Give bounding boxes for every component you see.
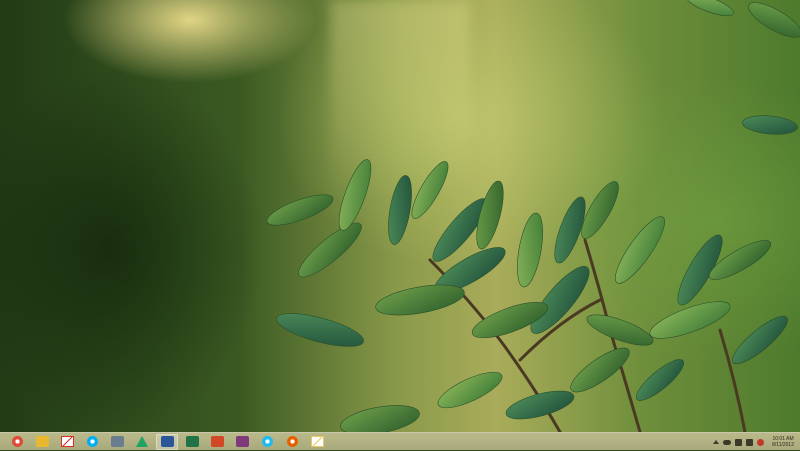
- leaf: [411, 161, 449, 219]
- show-hidden-icons-chevron[interactable]: [713, 440, 720, 444]
- leaf: [505, 390, 575, 420]
- taskbar-button-powerpoint[interactable]: [206, 434, 228, 450]
- onenote-icon: [235, 436, 249, 447]
- taskbar-button-onenote[interactable]: [231, 434, 253, 450]
- mail-icon: [310, 436, 324, 447]
- clock[interactable]: 10:01 AM 8/11/2012: [772, 436, 794, 448]
- taskbar-button-google-drive[interactable]: [131, 434, 153, 450]
- taskbar-button-excel[interactable]: [181, 434, 203, 450]
- keyboard-icon: [110, 436, 124, 447]
- taskbar-button-internet-explorer[interactable]: [256, 434, 278, 450]
- excel-icon: [185, 436, 199, 447]
- firefox-icon: [286, 436, 298, 447]
- leaf: [298, 222, 362, 278]
- leaf: [375, 284, 465, 316]
- taskbar-button-file-explorer[interactable]: [31, 434, 53, 450]
- desktop-wallpaper: [0, 0, 800, 432]
- leaf: [742, 115, 798, 135]
- clock-date: 8/11/2012: [772, 442, 794, 448]
- taskbar: 10:01 AM 8/11/2012: [0, 432, 800, 450]
- taskbar-button-gmail[interactable]: [56, 434, 78, 450]
- system-tray: 10:01 AM 8/11/2012: [713, 433, 794, 451]
- internet-explorer-icon: [261, 436, 273, 447]
- gmail-icon: [60, 436, 74, 447]
- leaf: [517, 212, 543, 288]
- leaf: [570, 347, 630, 393]
- leaf: [615, 216, 665, 284]
- leaf: [276, 313, 364, 347]
- leaf: [338, 159, 372, 231]
- taskbar-button-firefox[interactable]: [281, 434, 303, 450]
- battery-icon[interactable]: [735, 438, 743, 446]
- taskbar-button-word[interactable]: [156, 433, 178, 450]
- leaf: [340, 405, 420, 432]
- volume-icon[interactable]: [757, 438, 765, 446]
- cloud-icon[interactable]: [723, 439, 732, 445]
- leaf: [748, 2, 800, 38]
- leaf: [586, 314, 654, 346]
- file-explorer-icon: [35, 436, 49, 447]
- skype-icon: [86, 436, 98, 447]
- leaf: [266, 194, 334, 226]
- word-icon: [160, 436, 174, 447]
- network-icon[interactable]: [746, 438, 754, 446]
- taskbar-button-chrome[interactable]: [6, 434, 28, 450]
- powerpoint-icon: [210, 436, 224, 447]
- leaf: [636, 359, 684, 401]
- taskbar-button-skype[interactable]: [81, 434, 103, 450]
- leaf: [388, 175, 412, 245]
- google-drive-icon: [136, 436, 148, 447]
- taskbar-button-mail[interactable]: [306, 434, 328, 450]
- leaf: [732, 315, 788, 365]
- leaf: [437, 371, 503, 409]
- leaves-illustration: [266, 0, 800, 432]
- taskbar-button-keyboard[interactable]: [106, 434, 128, 450]
- leaf: [686, 0, 734, 17]
- chrome-icon: [11, 436, 23, 447]
